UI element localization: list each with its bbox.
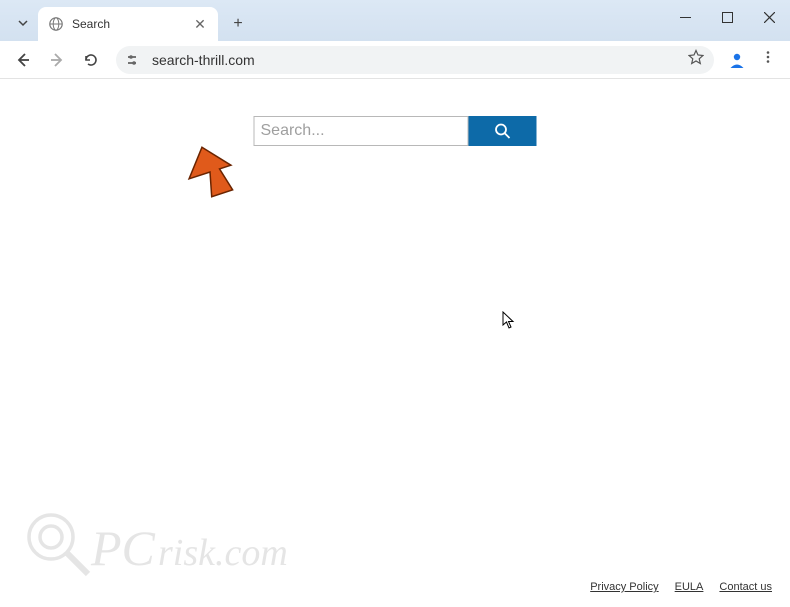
browser-toolbar: search-thrill.com xyxy=(0,41,790,79)
address-bar[interactable]: search-thrill.com xyxy=(116,46,714,74)
arrow-left-icon xyxy=(15,52,31,68)
footer-links: Privacy Policy EULA Contact us xyxy=(590,581,772,593)
tab-bar: Search ✕ + xyxy=(0,0,790,41)
mouse-cursor-icon xyxy=(502,311,516,334)
watermark: PC risk.com xyxy=(16,502,336,597)
annotation-arrow xyxy=(182,144,238,205)
footer-link-contact[interactable]: Contact us xyxy=(719,581,772,593)
forward-button[interactable] xyxy=(42,45,72,75)
search-button[interactable] xyxy=(469,116,537,146)
tab-close-button[interactable]: ✕ xyxy=(192,16,208,33)
person-icon xyxy=(727,50,747,70)
profile-button[interactable] xyxy=(724,47,750,73)
maximize-button[interactable] xyxy=(706,2,748,32)
search-placeholder: Search... xyxy=(261,122,325,140)
close-window-button[interactable] xyxy=(748,2,790,32)
back-button[interactable] xyxy=(8,45,38,75)
svg-text:PC: PC xyxy=(90,520,156,576)
search-form: Search... xyxy=(254,116,537,146)
dots-vertical-icon xyxy=(761,50,775,64)
tab-title: Search xyxy=(72,17,184,31)
arrow-right-icon xyxy=(49,52,65,68)
search-input[interactable]: Search... xyxy=(254,116,469,146)
url-text: search-thrill.com xyxy=(152,52,680,68)
site-controls-icon[interactable] xyxy=(126,53,144,67)
reload-button[interactable] xyxy=(76,45,106,75)
browser-tab[interactable]: Search ✕ xyxy=(38,7,218,41)
window-controls xyxy=(664,0,790,41)
svg-text:risk.com: risk.com xyxy=(158,532,288,574)
globe-icon xyxy=(48,16,64,32)
chevron-down-icon xyxy=(17,17,29,29)
footer-link-eula[interactable]: EULA xyxy=(675,581,704,593)
minimize-button[interactable] xyxy=(664,2,706,32)
footer-link-privacy[interactable]: Privacy Policy xyxy=(590,581,658,593)
search-icon xyxy=(494,122,512,140)
menu-button[interactable] xyxy=(754,50,782,69)
tab-search-caret[interactable] xyxy=(8,5,38,41)
bookmark-star-icon[interactable] xyxy=(688,49,704,70)
page-content: Search... PC risk.com Privacy Policy EUL… xyxy=(0,79,790,607)
new-tab-button[interactable]: + xyxy=(224,10,252,38)
reload-icon xyxy=(83,52,99,68)
